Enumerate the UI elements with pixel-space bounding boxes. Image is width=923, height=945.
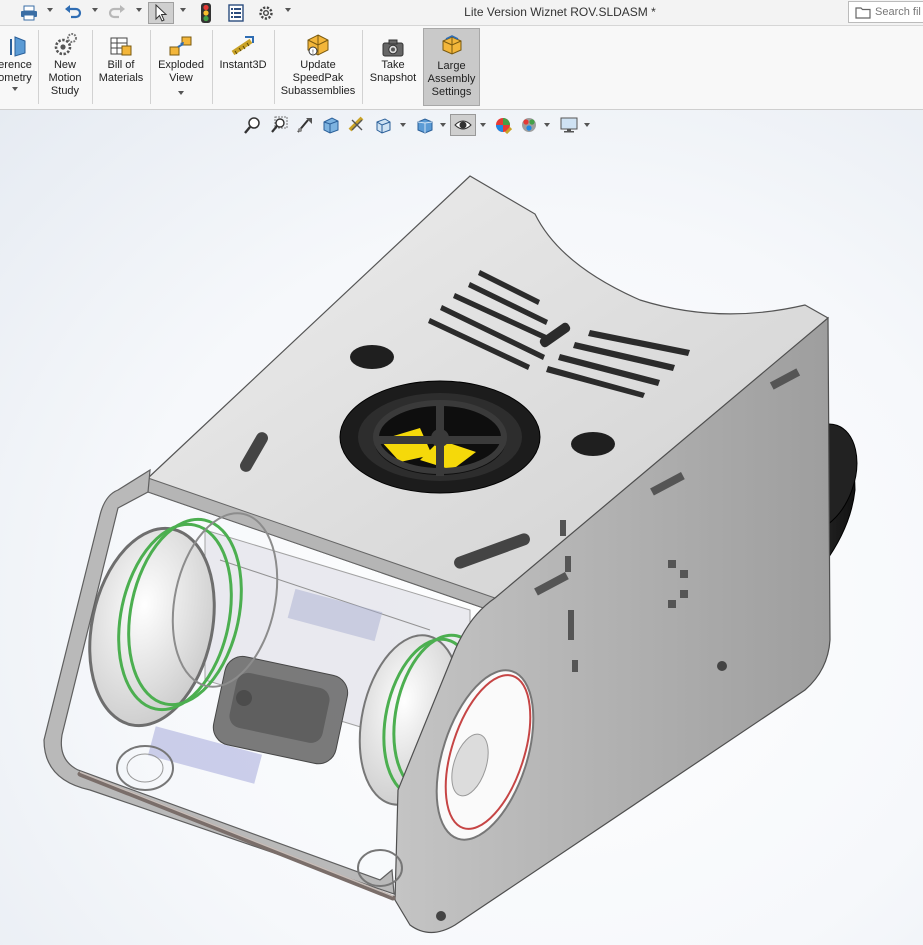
ribbon-separator — [92, 30, 93, 104]
rov-assembly-model[interactable] — [0, 110, 923, 945]
document-title: Lite Version Wiznet ROV.SLDASM * — [464, 5, 656, 19]
exploded-view-icon — [169, 36, 192, 56]
select-dropdown-caret[interactable] — [180, 8, 186, 12]
undo-dropdown-caret[interactable] — [92, 8, 98, 12]
update-speedpak-button[interactable]: ! Update SpeedPak Subassemblies — [278, 28, 358, 106]
previous-view-icon — [297, 118, 312, 133]
graphics-area[interactable] — [0, 110, 923, 945]
title-bar: Lite Version Wiznet ROV.SLDASM * Search … — [0, 0, 923, 26]
zoom-to-area-button[interactable] — [268, 114, 290, 136]
redo-dropdown-caret[interactable] — [136, 8, 142, 12]
search-placeholder: Search fil — [875, 6, 921, 18]
exploded-view-button[interactable]: Exploded View — [153, 28, 209, 106]
apply-scene-button[interactable] — [518, 114, 540, 136]
reference-geometry-caret[interactable] — [12, 87, 18, 91]
vertical-thruster[interactable] — [339, 380, 541, 494]
large-assembly-settings-label: Large Assembly Settings — [427, 60, 476, 98]
folder-search-icon — [855, 6, 871, 19]
command-manager-ribbon: erence ometry New Motion Study Bill of M… — [0, 26, 923, 110]
section-view-icon — [323, 117, 339, 134]
large-assembly-icon — [442, 35, 461, 55]
select-button[interactable] — [148, 2, 174, 24]
view-settings-caret[interactable] — [584, 123, 590, 127]
ribbon-separator — [274, 30, 275, 104]
zoom-to-area-icon — [271, 116, 288, 133]
file-properties-icon — [228, 4, 244, 22]
section-view-button[interactable] — [320, 114, 342, 136]
view-orientation-button[interactable] — [372, 114, 394, 136]
options-button[interactable] — [255, 2, 277, 24]
display-style-caret[interactable] — [440, 123, 446, 127]
take-snapshot-button[interactable]: Take Snapshot — [366, 28, 420, 106]
view-settings-icon — [560, 117, 578, 133]
rebuild-button[interactable] — [196, 2, 216, 24]
hide-show-items-caret[interactable] — [480, 123, 486, 127]
ribbon-separator — [362, 30, 363, 104]
ribbon-separator — [38, 30, 39, 104]
options-icon — [259, 6, 273, 20]
zoom-to-fit-icon — [244, 117, 260, 134]
heads-up-view-toolbar — [238, 112, 598, 138]
previous-view-button[interactable] — [294, 114, 316, 136]
instant3d-button[interactable]: Instant3D — [215, 28, 271, 106]
print-button[interactable] — [18, 2, 40, 24]
new-motion-study-button[interactable]: New Motion Study — [42, 28, 88, 106]
update-speedpak-label: Update SpeedPak Subassemblies — [280, 59, 356, 97]
take-snapshot-label: Take Snapshot — [369, 59, 417, 84]
rebuild-icon — [201, 3, 211, 23]
view-orientation-caret[interactable] — [400, 123, 406, 127]
display-style-icon — [417, 118, 433, 134]
redo-icon — [108, 5, 125, 19]
apply-scene-caret[interactable] — [544, 123, 550, 127]
hide-show-items-button[interactable] — [450, 114, 476, 136]
options-dropdown-caret[interactable] — [285, 8, 291, 12]
camera-icon — [382, 39, 404, 57]
view-orientation-icon — [376, 118, 391, 134]
motion-study-icon — [54, 33, 77, 56]
dynamic-annotation-button[interactable] — [346, 114, 368, 136]
ribbon-separator — [150, 30, 151, 104]
hide-show-items-icon — [454, 120, 472, 130]
reference-geometry-icon — [10, 36, 26, 57]
new-motion-study-label: New Motion Study — [48, 59, 82, 97]
reference-geometry-label: erence ometry — [0, 59, 32, 84]
bill-of-materials-label: Bill of Materials — [98, 59, 144, 84]
edit-appearance-button[interactable] — [492, 114, 514, 136]
instant3d-label: Instant3D — [219, 59, 267, 71]
view-settings-button[interactable] — [558, 114, 580, 136]
undo-button[interactable] — [62, 2, 84, 24]
redo-button[interactable] — [106, 2, 128, 24]
file-properties-button[interactable] — [225, 2, 247, 24]
search-box[interactable]: Search fil — [848, 1, 923, 23]
bill-of-materials-button[interactable]: Bill of Materials — [95, 28, 147, 106]
undo-icon — [65, 5, 82, 19]
ribbon-separator — [212, 30, 213, 104]
exploded-view-caret[interactable] — [178, 91, 184, 95]
print-dropdown-caret[interactable] — [47, 8, 53, 12]
edit-appearance-icon — [496, 118, 512, 134]
print-icon — [21, 5, 37, 21]
select-icon — [155, 4, 168, 22]
large-assembly-settings-button[interactable]: Large Assembly Settings — [423, 28, 480, 106]
dynamic-annotation-icon — [348, 116, 364, 132]
display-style-button[interactable] — [414, 114, 436, 136]
zoom-to-fit-button[interactable] — [242, 114, 264, 136]
reference-geometry-button[interactable]: erence ometry — [0, 28, 36, 106]
exploded-view-label: Exploded View — [158, 59, 204, 84]
speedpak-icon: ! — [307, 34, 329, 56]
instant3d-icon — [231, 36, 254, 56]
bill-of-materials-icon — [110, 37, 132, 56]
apply-scene-icon — [522, 118, 536, 132]
